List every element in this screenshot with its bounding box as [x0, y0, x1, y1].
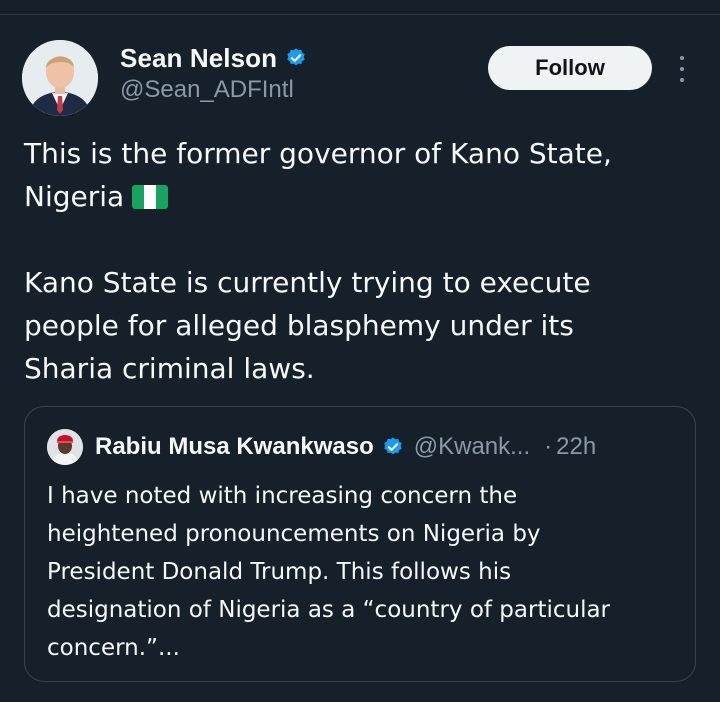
quoted-tweet-card[interactable]: Rabiu Musa Kwankwaso @Kwank... · 22h I h…	[24, 406, 696, 682]
quoted-text-line: I have noted with increasing concern the	[47, 483, 518, 509]
quoted-text-line: President Donald Trump. This follows his	[47, 559, 512, 585]
tweet-text-line: people for alleged blasphemy under its	[24, 309, 574, 342]
nigeria-flag-icon	[132, 185, 169, 209]
tweet-text-line: Kano State is currently trying to execut…	[24, 266, 591, 299]
quoted-text-line: heightened pronouncements on Nigeria by	[47, 521, 541, 547]
tweet-text-line-with-flag: Nigeria	[24, 175, 694, 218]
author-handle[interactable]: @Sean_ADFIntl	[120, 76, 294, 104]
tweet-text-line: Sharia criminal laws.	[24, 352, 315, 385]
quoted-text-line: concern.”...	[47, 635, 180, 661]
quoted-author-avatar[interactable]	[47, 429, 83, 465]
tweet-text-line: This is the former governor of Kano Stat…	[24, 137, 612, 170]
tweet-page: Sean Nelson @Sean_ADFIntl Follow This is…	[0, 0, 720, 702]
quoted-author-handle[interactable]: @Kwank...	[414, 433, 530, 461]
more-options-icon[interactable]	[670, 54, 694, 84]
quoted-text-line: designation of Nigeria as a “country of …	[47, 597, 611, 623]
tweet-text-line: Nigeria	[24, 180, 125, 213]
quoted-tweet-header: Rabiu Musa Kwankwaso @Kwank... · 22h	[95, 431, 685, 463]
separator-dot: ·	[544, 433, 553, 460]
quoted-tweet-time[interactable]: 22h	[556, 433, 596, 461]
verified-badge-icon	[285, 47, 307, 69]
top-divider	[0, 14, 720, 15]
tweet-text-line	[24, 218, 694, 261]
author-avatar[interactable]	[22, 40, 98, 116]
author-name[interactable]: Sean Nelson	[120, 43, 277, 74]
author-name-row: Sean Nelson	[120, 42, 307, 74]
quoted-author-name[interactable]: Rabiu Musa Kwankwaso	[95, 433, 374, 461]
quoted-tweet-text: I have noted with increasing concern the…	[47, 477, 677, 667]
follow-button[interactable]: Follow	[488, 46, 652, 90]
tweet-text: This is the former governor of Kano Stat…	[24, 132, 694, 390]
quoted-verified-badge-icon	[382, 436, 404, 458]
